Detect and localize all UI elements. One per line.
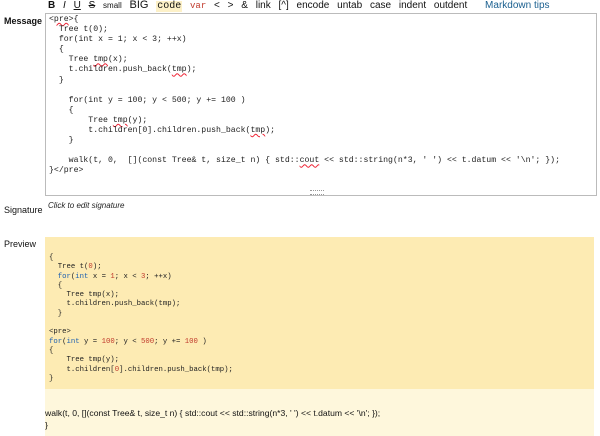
preview-label: Preview xyxy=(4,239,37,249)
preview-code-line: Tree tmp(x); xyxy=(49,291,120,300)
preview-text-line: } xyxy=(45,420,48,430)
strikethrough-button[interactable]: S xyxy=(89,0,96,11)
preview-code-line: { xyxy=(49,281,63,290)
preview-code-line: for(int y = 100; y < 500; y += 100 ) xyxy=(49,337,207,346)
preview-text: walk(t, 0, [](const Tree& t, size_t n) {… xyxy=(45,407,380,431)
bold-button[interactable]: B xyxy=(48,0,55,11)
footnote-button[interactable]: [^] xyxy=(279,0,289,11)
greater-than-button[interactable]: > xyxy=(228,0,234,11)
preview-code-line xyxy=(49,319,233,328)
message-editor[interactable]: <pre>{ Tree t(0); for(int x = 1; x < 3; … xyxy=(45,13,597,196)
outdent-button[interactable]: outdent xyxy=(434,0,467,11)
formatting-toolbar: B I U S small BIG code var < > & link [^… xyxy=(48,0,600,12)
preview-panel: { Tree t(0); for(int x = 1; x < 3; ++x) … xyxy=(45,237,594,436)
editor-line: <pre>{ xyxy=(49,15,79,24)
indent-button[interactable]: indent xyxy=(399,0,426,11)
editor-line: Tree t(0); xyxy=(49,25,108,35)
signature-label: Signature xyxy=(4,205,43,215)
preview-code-line: for(int x = 1; x < 3; ++x) xyxy=(57,272,172,281)
underline-button[interactable]: U xyxy=(74,0,81,11)
editor-line: }</pre> xyxy=(49,166,84,176)
preview-code-line: t.children[0].children.push_back(tmp); xyxy=(49,365,233,374)
editor-line: for(int x = 1; x < 3; ++x) xyxy=(49,35,187,45)
preview-text-line: walk(t, 0, [](const Tree& t, size_t n) {… xyxy=(45,408,381,418)
editor-line: { xyxy=(49,45,64,55)
preview-code-line: Tree t(0); xyxy=(49,263,102,272)
editor-line: } xyxy=(49,75,64,85)
editor-line: for(int y = 100; y < 500; y += 100 ) xyxy=(49,95,246,105)
message-label: Message xyxy=(4,16,43,26)
preview-code-line: { xyxy=(49,346,54,355)
editor-line: Tree tmp(x); xyxy=(49,55,128,65)
encode-button[interactable]: encode xyxy=(297,0,330,11)
editor-line: } xyxy=(49,136,74,146)
preview-code-line: { xyxy=(49,254,54,262)
editor-line: t.children[0].children.push_back(tmp); xyxy=(49,126,276,136)
preview-code-line: } xyxy=(49,309,63,318)
markdown-tips-link[interactable]: Markdown tips xyxy=(485,0,549,11)
var-button[interactable]: var xyxy=(190,1,206,12)
preview-code-line: } xyxy=(49,374,54,383)
editor-line: Tree tmp(y); xyxy=(49,115,148,125)
edit-signature-link[interactable]: Click to edit signature xyxy=(48,201,124,210)
big-button[interactable]: BIG xyxy=(130,0,149,11)
case-button[interactable]: case xyxy=(370,0,391,11)
preview-code-line: <pre> xyxy=(49,328,71,337)
untab-button[interactable]: untab xyxy=(337,0,362,11)
preview-code-line: t.children.push_back(tmp); xyxy=(49,300,181,309)
editor-resize-handle[interactable] xyxy=(310,190,324,195)
link-button[interactable]: link xyxy=(256,0,271,11)
less-than-button[interactable]: < xyxy=(214,0,220,11)
code-button[interactable]: code xyxy=(156,1,183,12)
editor-line: t.children.push_back(tmp); xyxy=(49,65,197,75)
preview-code-line: Tree tmp(y); xyxy=(49,356,120,365)
ampersand-button[interactable]: & xyxy=(241,0,248,11)
editor-line: walk(t, 0, [](const Tree& t, size_t n) {… xyxy=(49,156,561,166)
editor-line: { xyxy=(49,105,74,115)
italic-button[interactable]: I xyxy=(63,0,66,11)
small-button[interactable]: small xyxy=(103,0,122,11)
preview-code: { Tree t(0); for(int x = 1; x < 3; ++x) … xyxy=(49,254,233,384)
